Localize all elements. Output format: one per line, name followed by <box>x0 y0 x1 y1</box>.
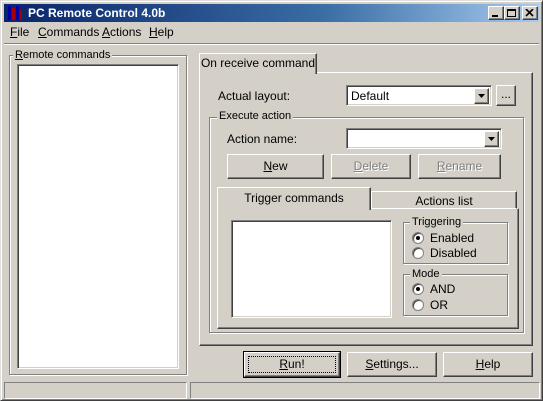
status-cell-left <box>4 382 187 399</box>
maximize-icon <box>507 9 516 17</box>
minimize-button[interactable] <box>488 6 504 20</box>
tab-trigger-commands-label: Trigger commands <box>244 191 344 205</box>
radio-or-circle <box>412 299 424 311</box>
close-button[interactable] <box>522 6 538 20</box>
tab-trigger-commands[interactable]: Trigger commands <box>217 187 371 210</box>
radio-disabled-circle <box>412 247 424 259</box>
mode-label: Mode <box>410 268 442 280</box>
app-icon <box>7 5 23 21</box>
radio-enabled-label: Enabled <box>430 231 475 245</box>
menu-commands-key: C <box>38 25 47 39</box>
action-name-select[interactable] <box>346 128 502 149</box>
triggering-label: Triggering <box>410 216 464 228</box>
menu-bar: File Commands Actions Help <box>4 23 539 42</box>
menu-help-key: H <box>149 25 158 39</box>
help-button[interactable]: Help <box>443 352 533 377</box>
layout-select[interactable]: Default <box>346 85 492 106</box>
layout-browse-button[interactable]: ... <box>496 85 516 106</box>
tab-on-receive-command-label: On receive command <box>200 56 316 70</box>
remote-commands-list[interactable] <box>17 64 179 369</box>
menu-help-label: elp <box>157 25 174 39</box>
menu-actions-label: ctions <box>110 25 142 39</box>
radio-or-label: OR <box>430 298 448 312</box>
menu-file[interactable]: File <box>10 25 29 39</box>
new-action-label: ew <box>272 159 288 173</box>
menu-file-label: ile <box>17 25 30 39</box>
rename-action-button[interactable]: Rename <box>418 154 501 179</box>
execute-action-label: Execute action <box>217 110 294 122</box>
delete-action-key: D <box>353 159 363 173</box>
menu-commands-label: ommands <box>46 25 100 39</box>
radio-and-circle <box>412 283 424 295</box>
main-window: PC Remote Control 4.0b File Commands Act… <box>0 0 543 401</box>
help-label: elp <box>484 357 501 371</box>
action-name-dropdown-button[interactable] <box>484 131 499 147</box>
actual-layout-label: Actual layout: <box>218 89 291 103</box>
remote-commands-label-key: R <box>15 49 23 61</box>
tab-actions-list-label: Actions list <box>415 194 473 208</box>
action-name-label: Action name: <box>227 132 298 146</box>
delete-action-label: elete <box>362 159 389 173</box>
delete-action-button[interactable]: Delete <box>331 154 411 179</box>
run-button[interactable]: Run! <box>243 351 341 378</box>
menu-separator <box>4 43 539 45</box>
rename-action-label: ename <box>445 159 483 173</box>
minimize-icon <box>492 15 498 17</box>
new-action-button[interactable]: New <box>227 154 324 179</box>
run-label: un! <box>287 357 305 371</box>
radio-disabled-label: Disabled <box>430 246 477 260</box>
title-bar[interactable]: PC Remote Control 4.0b <box>4 4 539 22</box>
chevron-down-icon <box>478 94 485 98</box>
menu-commands[interactable]: Commands <box>38 25 99 39</box>
run-key: R <box>279 357 288 371</box>
tab-on-receive-command[interactable]: On receive command <box>199 53 317 74</box>
status-cell-right <box>190 382 540 399</box>
menu-actions[interactable]: Actions <box>102 25 141 39</box>
remote-commands-label: Remote commands <box>13 49 113 61</box>
chevron-down-icon <box>488 137 495 141</box>
close-icon <box>525 9 534 17</box>
new-action-key: N <box>263 159 273 173</box>
settings-button[interactable]: Settings... <box>347 352 437 377</box>
tab-actions-list[interactable]: Actions list <box>371 191 517 209</box>
layout-browse-label: ... <box>500 87 511 101</box>
radio-and-label: AND <box>430 282 456 296</box>
layout-select-dropdown-button[interactable] <box>474 88 489 104</box>
radio-enabled-dot <box>416 236 420 240</box>
trigger-commands-list[interactable] <box>231 220 392 318</box>
settings-label: ettings... <box>373 357 419 371</box>
remote-commands-label-text: emote commands <box>22 49 111 61</box>
radio-enabled-circle <box>412 232 424 244</box>
maximize-button[interactable] <box>504 6 520 20</box>
menu-help[interactable]: Help <box>149 25 174 39</box>
menu-actions-key: A <box>102 25 111 39</box>
layout-select-value: Default <box>351 89 390 103</box>
window-title: PC Remote Control 4.0b <box>28 6 166 20</box>
radio-and-dot <box>416 287 420 291</box>
